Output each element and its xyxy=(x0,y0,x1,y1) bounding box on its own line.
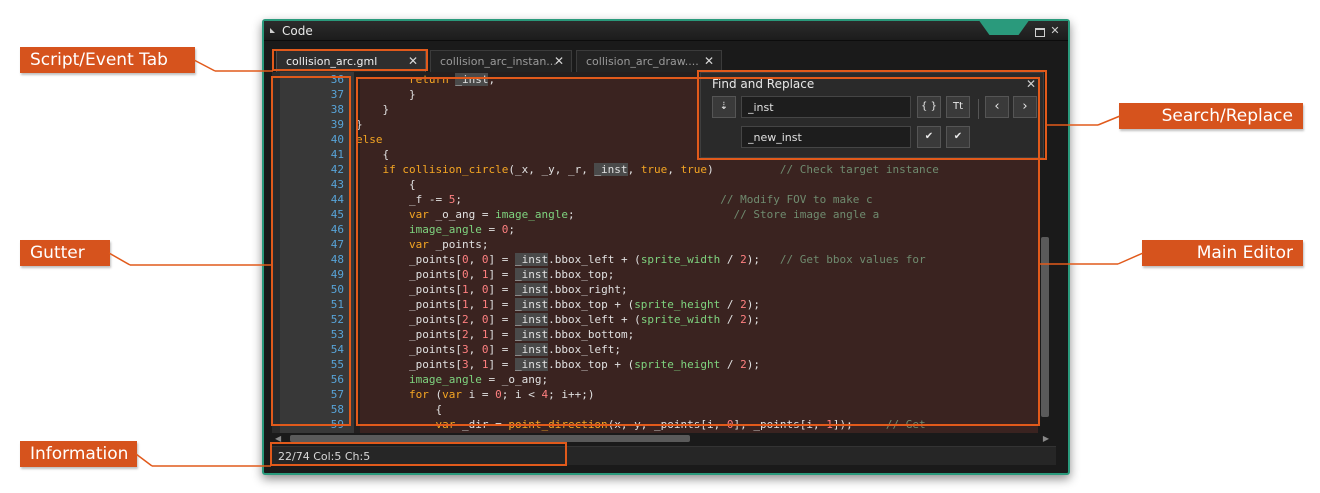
window-title: Code xyxy=(282,24,313,38)
tab-close-icon[interactable]: ✕ xyxy=(704,54,714,68)
maximize-icon[interactable] xyxy=(1032,24,1046,38)
callout-gutter: Gutter xyxy=(20,240,110,266)
callout-script-event-tab: Script/Event Tab xyxy=(20,47,195,73)
window-titlebar[interactable]: Code ✕ xyxy=(264,19,1068,41)
title-notch-decoration xyxy=(978,19,1030,35)
search-outline xyxy=(697,70,1047,160)
close-icon[interactable]: ✕ xyxy=(1048,24,1062,38)
callout-main-editor: Main Editor xyxy=(1142,240,1303,266)
tab-label: collision_arc_draw.... xyxy=(586,55,699,68)
tab-collision-arc-draw[interactable]: collision_arc_draw.... ✕ xyxy=(576,50,722,72)
horizontal-scroll-thumb[interactable] xyxy=(290,435,690,442)
gutter-outline xyxy=(271,76,351,426)
tab-outline xyxy=(272,49,428,71)
scroll-right-icon[interactable]: ▶ xyxy=(1043,434,1049,443)
tab-close-icon[interactable]: ✕ xyxy=(554,54,564,68)
vertical-scroll-thumb[interactable] xyxy=(1041,237,1049,417)
info-outline xyxy=(270,442,567,466)
tab-collision-arc-instance[interactable]: collision_arc_instan... ✕ xyxy=(430,50,572,72)
collapse-caret-icon[interactable] xyxy=(270,28,279,33)
callout-search-replace: Search/Replace xyxy=(1119,103,1303,129)
tab-label: collision_arc_instan... xyxy=(440,55,557,68)
callout-information: Information xyxy=(20,441,137,467)
